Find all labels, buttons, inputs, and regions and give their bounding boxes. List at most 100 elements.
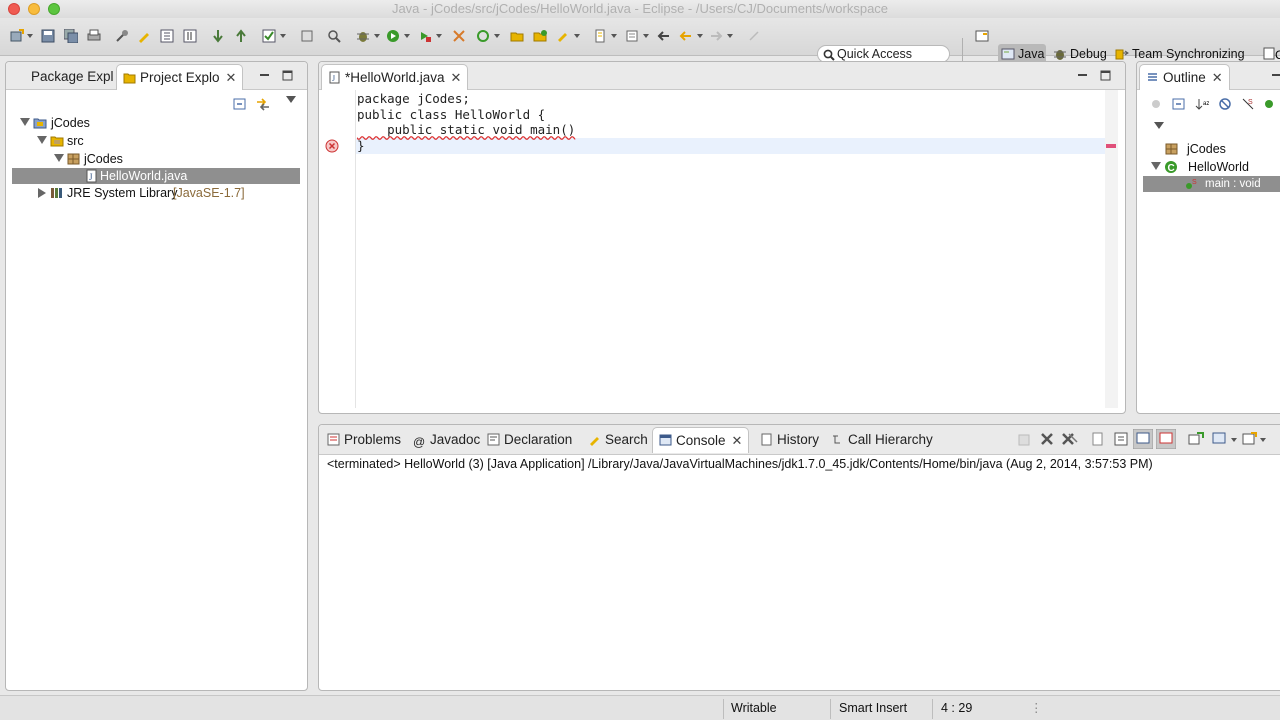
open-console-dropdown-icon[interactable] bbox=[1260, 438, 1266, 442]
display-console-icon[interactable] bbox=[1212, 432, 1228, 446]
task-icon[interactable] bbox=[262, 29, 276, 43]
close-icon[interactable]: ✕ bbox=[1212, 70, 1223, 85]
pin-console-icon[interactable] bbox=[1188, 432, 1204, 446]
remove-all-terminated-icon[interactable] bbox=[1062, 432, 1078, 446]
close-icon[interactable]: ✕ bbox=[451, 70, 462, 85]
outline-tabbar: Outline ✕ bbox=[1137, 62, 1280, 90]
terminate-icon[interactable] bbox=[1017, 433, 1031, 447]
tab-declaration[interactable]: Declaration bbox=[481, 427, 578, 453]
remove-launch-icon[interactable] bbox=[1040, 432, 1054, 446]
hide-non-public-icon[interactable] bbox=[1218, 97, 1232, 111]
minimize-outline-icon[interactable] bbox=[1271, 70, 1280, 81]
expand-triangle-icon[interactable] bbox=[1151, 162, 1161, 170]
next-annotation-icon[interactable] bbox=[211, 29, 225, 43]
forward-icon[interactable] bbox=[709, 29, 723, 43]
expand-triangle-icon[interactable] bbox=[54, 154, 64, 162]
highlight-icon[interactable] bbox=[137, 29, 151, 43]
tab-console[interactable]: Console ✕ bbox=[652, 427, 750, 453]
hide-fields-icon[interactable] bbox=[1149, 97, 1163, 111]
show-whitespace-icon[interactable] bbox=[183, 29, 197, 43]
save-all-icon[interactable] bbox=[64, 29, 78, 43]
tab-package-explorer[interactable]: Package Expl bbox=[8, 64, 120, 90]
build-icon[interactable] bbox=[115, 29, 129, 43]
status-bar: Writable Smart Insert 4 : 29 ⋮ bbox=[0, 695, 1280, 720]
console-output[interactable]: <terminated> HelloWorld (3) [Java Applic… bbox=[327, 456, 1153, 472]
code-line: } bbox=[357, 137, 365, 153]
previous-annotation-icon[interactable] bbox=[234, 29, 248, 43]
show-on-output-icon[interactable] bbox=[1133, 429, 1153, 449]
tab-helloworld-java[interactable]: J *HelloWorld.java ✕ bbox=[321, 64, 469, 90]
tab-call-hierarchy[interactable]: Call Hierarchy bbox=[825, 427, 939, 453]
new-package-icon[interactable] bbox=[510, 29, 524, 43]
open-type-icon[interactable] bbox=[300, 29, 314, 43]
hide-static-icon[interactable]: S bbox=[1241, 97, 1255, 111]
back-icon[interactable] bbox=[657, 29, 671, 43]
error-overview-marker[interactable] bbox=[1106, 144, 1116, 148]
link-with-editor-icon[interactable] bbox=[255, 97, 271, 111]
close-window-button[interactable] bbox=[8, 3, 20, 15]
code-line: package jCodes; bbox=[357, 91, 470, 106]
new-class-icon[interactable] bbox=[533, 29, 547, 43]
collapse-all-icon[interactable] bbox=[1172, 97, 1186, 111]
close-icon[interactable]: ✕ bbox=[226, 70, 237, 85]
new-icon[interactable] bbox=[10, 29, 24, 43]
open-file-icon[interactable] bbox=[556, 29, 570, 43]
status-writable: Writable bbox=[731, 701, 777, 715]
maximize-view-icon[interactable] bbox=[282, 70, 293, 81]
pin-editor-icon[interactable] bbox=[625, 29, 639, 43]
clear-console-icon[interactable] bbox=[1091, 432, 1105, 446]
outline-panel: Outline ✕ az S bbox=[1136, 61, 1280, 414]
coverage-icon[interactable] bbox=[452, 29, 466, 43]
external-tools-icon[interactable] bbox=[418, 29, 432, 43]
view-menu-icon[interactable] bbox=[286, 96, 296, 103]
project-explorer-icon bbox=[123, 67, 136, 84]
team-sync-icon bbox=[1115, 47, 1129, 61]
display-console-dropdown-icon[interactable] bbox=[1231, 438, 1237, 442]
search-tool-icon[interactable] bbox=[327, 29, 341, 43]
status-drag-handle[interactable]: ⋮ bbox=[1030, 696, 1043, 720]
run-icon[interactable] bbox=[386, 29, 400, 43]
toggle-block-icon[interactable] bbox=[160, 29, 174, 43]
new-java-project-icon[interactable] bbox=[476, 29, 490, 43]
save-icon[interactable] bbox=[41, 29, 55, 43]
status-cursor-position: 4 : 29 bbox=[941, 701, 973, 715]
maximize-window-button[interactable] bbox=[48, 3, 60, 15]
tab-search[interactable]: Search bbox=[582, 427, 654, 453]
collapse-triangle-icon[interactable] bbox=[38, 188, 46, 198]
tab-outline[interactable]: Outline ✕ bbox=[1139, 64, 1230, 90]
collapse-all-icon[interactable] bbox=[233, 97, 247, 111]
tab-project-explorer[interactable]: Project Explo ✕ bbox=[116, 64, 244, 90]
show-on-error-icon[interactable] bbox=[1156, 429, 1176, 449]
bottom-tabbar: Problems @ Javadoc Declaration Search Con… bbox=[319, 425, 1280, 455]
library-icon bbox=[51, 188, 62, 198]
expand-triangle-icon[interactable] bbox=[37, 136, 47, 144]
debug-perspective-icon bbox=[1053, 47, 1067, 61]
maximize-editor-icon[interactable] bbox=[747, 29, 761, 43]
javadoc-icon: @ bbox=[413, 435, 426, 449]
maximize-editor-icon[interactable] bbox=[1100, 70, 1111, 81]
tab-history[interactable]: History bbox=[754, 427, 825, 453]
status-insert-mode: Smart Insert bbox=[839, 701, 908, 715]
scroll-lock-icon[interactable] bbox=[1114, 432, 1128, 446]
open-console-icon[interactable] bbox=[1242, 432, 1258, 446]
svg-text:az: az bbox=[1203, 101, 1209, 107]
expand-triangle-icon[interactable] bbox=[20, 118, 30, 126]
minimize-editor-icon[interactable] bbox=[1077, 70, 1088, 81]
close-icon[interactable]: ✕ bbox=[732, 433, 743, 448]
package-icon bbox=[67, 153, 80, 165]
open-perspective-icon[interactable] bbox=[593, 29, 607, 43]
print-icon[interactable] bbox=[87, 29, 101, 43]
minimize-window-button[interactable] bbox=[28, 3, 40, 15]
open-perspective-button-icon[interactable] bbox=[975, 29, 989, 43]
svg-text:C: C bbox=[1275, 48, 1280, 62]
sort-icon[interactable]: az bbox=[1195, 97, 1209, 111]
tab-javadoc[interactable]: @ Javadoc bbox=[407, 427, 486, 453]
view-menu-icon[interactable] bbox=[1154, 122, 1164, 129]
hide-local-types-icon[interactable] bbox=[1264, 97, 1274, 111]
error-icon[interactable] bbox=[325, 139, 339, 153]
debug-icon[interactable] bbox=[356, 29, 370, 43]
tab-problems[interactable]: Problems bbox=[321, 427, 407, 453]
minimize-view-icon[interactable] bbox=[259, 70, 270, 81]
code-editor[interactable]: package jCodes; public class HelloWorld {… bbox=[357, 91, 575, 153]
back-history-icon[interactable] bbox=[679, 29, 693, 43]
